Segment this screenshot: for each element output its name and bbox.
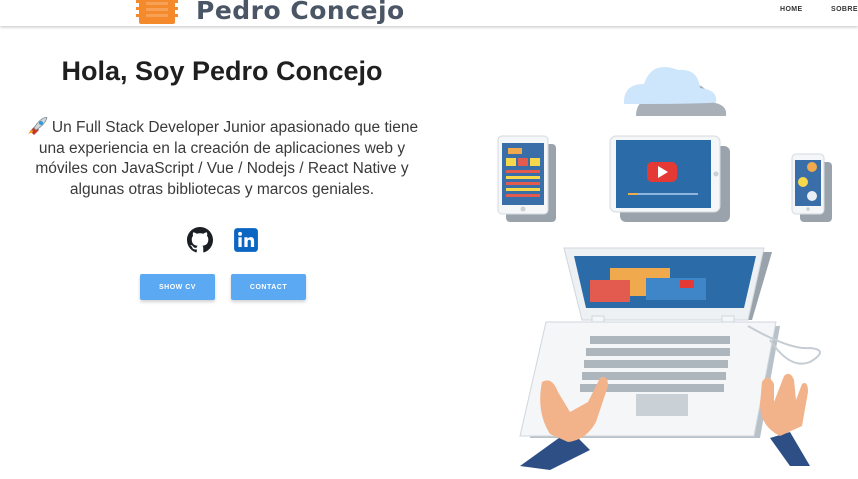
devices-illustration: [497, 67, 832, 470]
rocket-icon: [27, 117, 48, 135]
brand-link[interactable]: Pedro Concejo: [136, 0, 405, 26]
hero-description: Un Full Stack Developer Junior apasionad…: [20, 117, 424, 200]
phone-icon: [791, 153, 832, 222]
brand-logo-icon: [136, 0, 178, 24]
video-tablet-icon: [609, 135, 730, 222]
show-cv-button[interactable]: SHOW CV: [140, 274, 215, 300]
linkedin-link[interactable]: [233, 227, 259, 253]
github-icon: [187, 227, 213, 253]
hero-description-text: Un Full Stack Developer Junior apasionad…: [35, 119, 419, 198]
brand-name: Pedro Concejo: [196, 0, 405, 25]
nav-link-home[interactable]: HOME: [780, 6, 803, 13]
hero-title: Hola, Soy Pedro Concejo: [61, 56, 383, 86]
cloud-icon: [624, 67, 727, 116]
linkedin-icon: [234, 228, 258, 252]
nav-link-sobre[interactable]: SOBRE: [831, 6, 858, 13]
navbar: Pedro Concejo HOME SOBRE: [0, 0, 858, 26]
tablet-icon: [497, 135, 556, 222]
github-link[interactable]: [187, 227, 213, 253]
contact-button[interactable]: CONTACT: [231, 274, 306, 300]
